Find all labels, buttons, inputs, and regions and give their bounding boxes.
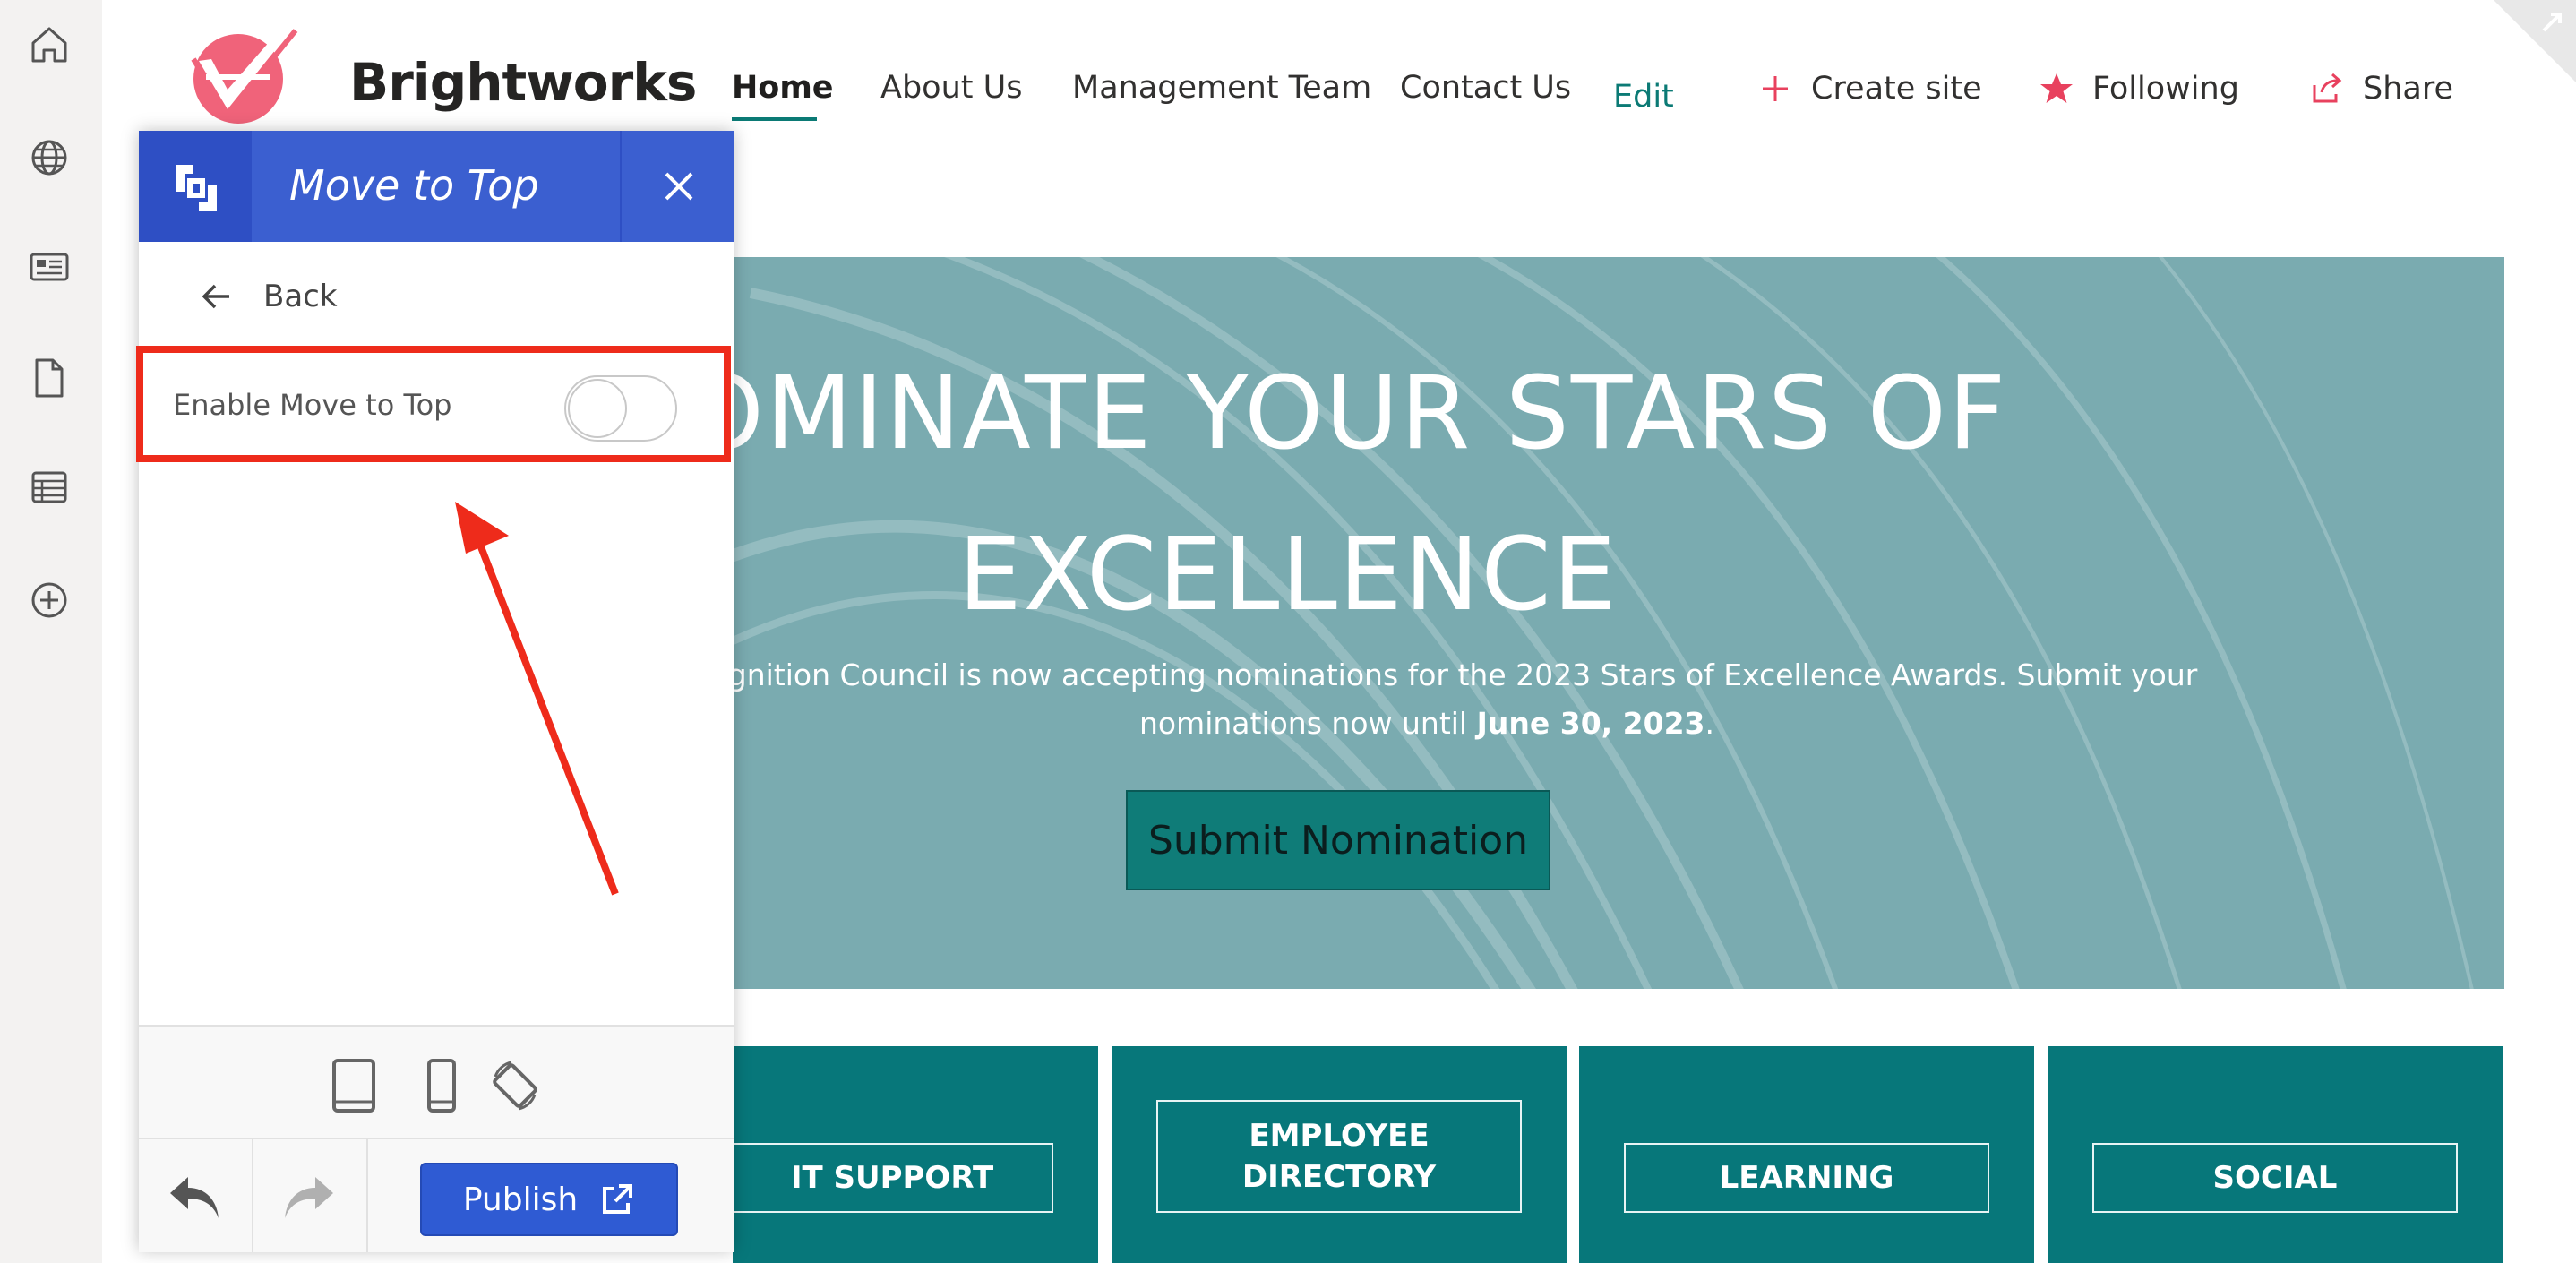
document-icon[interactable]: [26, 355, 73, 401]
submit-nomination-button[interactable]: Submit Nomination: [1126, 790, 1550, 890]
redo-icon: [285, 1177, 333, 1218]
hero-desc-prefix: nominations now until: [1138, 706, 1477, 741]
hero-description: Recognition Council is now accepting nom…: [733, 651, 2228, 748]
nav-home-underline: [732, 117, 817, 121]
site-logo[interactable]: [172, 23, 305, 129]
create-site-label: Create site: [1811, 71, 1982, 107]
arrow-left-icon: [202, 284, 229, 309]
following-label: Following: [2092, 71, 2239, 107]
nav-edit-link[interactable]: Edit: [1613, 79, 1674, 115]
create-site-button[interactable]: Create site: [1757, 66, 1982, 111]
rotate-icon[interactable]: [490, 1059, 540, 1113]
hero-desc-line2: nominations now until June 30, 2023.: [733, 700, 2228, 748]
news-icon[interactable]: [26, 244, 73, 290]
nav-contact-us[interactable]: Contact Us: [1400, 70, 1571, 106]
nav-about-us[interactable]: About Us: [880, 70, 1022, 106]
add-circle-icon[interactable]: [26, 577, 73, 623]
undo-button[interactable]: [139, 1139, 253, 1252]
app-rail: [0, 0, 102, 1263]
external-link-icon: [603, 1184, 633, 1214]
share-button[interactable]: Share: [2309, 66, 2453, 111]
hero-title-line2: EXCELLENCE: [957, 517, 1619, 633]
share-label: Share: [2363, 71, 2454, 107]
hero-desc-deadline: June 30, 2023: [1476, 706, 1705, 741]
close-button[interactable]: [620, 131, 735, 242]
star-icon: [2039, 71, 2074, 107]
tile-learning[interactable]: LEARNING: [1579, 1046, 2034, 1263]
list-icon[interactable]: [26, 464, 73, 511]
publish-button[interactable]: Publish: [420, 1163, 678, 1236]
tile-employee-directory-label: EMPLOYEE DIRECTORY: [1156, 1100, 1522, 1213]
following-button[interactable]: Following: [2039, 66, 2239, 111]
expand-corner-icon[interactable]: [2494, 0, 2576, 82]
app-logo-icon: [176, 165, 217, 211]
tile-it-support-label: IT SUPPORT: [733, 1143, 1053, 1213]
publish-label: Publish: [462, 1181, 579, 1218]
hero-banner: OMINATE YOUR STARS OF EXCELLENCE Recogni…: [733, 257, 2504, 989]
tile-employee-directory[interactable]: EMPLOYEE DIRECTORY: [1112, 1046, 1567, 1263]
back-button[interactable]: Back: [199, 279, 338, 314]
close-icon: [665, 172, 693, 201]
site-name[interactable]: Brightworks: [349, 52, 697, 113]
tile-social[interactable]: SOCIAL: [2048, 1046, 2503, 1263]
globe-icon[interactable]: [26, 134, 73, 181]
undo-icon: [170, 1177, 219, 1218]
enable-move-to-top-row: Enable Move to Top: [139, 352, 734, 463]
nav-home[interactable]: Home: [732, 70, 834, 106]
toggle-knob: [568, 379, 627, 438]
back-label: Back: [263, 279, 338, 314]
panel-logo-container: [139, 131, 252, 242]
hero-desc-suffix: .: [1704, 706, 1715, 741]
tile-learning-label: LEARNING: [1624, 1143, 1989, 1213]
enable-move-to-top-label: Enable Move to Top: [173, 388, 452, 422]
phone-icon[interactable]: [416, 1059, 467, 1113]
tile-it-support[interactable]: IT SUPPORT: [733, 1046, 1098, 1263]
tile-social-label: SOCIAL: [2092, 1143, 2458, 1213]
panel-footer: Publish: [139, 1138, 734, 1252]
device-preview-bar: [139, 1025, 734, 1139]
home-icon[interactable]: [26, 21, 73, 68]
panel-header: Move to Top: [139, 131, 734, 242]
redo-button[interactable]: [252, 1139, 368, 1252]
plus-icon: [1757, 71, 1793, 107]
move-to-top-panel: Move to Top Back Enable Move to Top Publ…: [139, 131, 734, 1252]
enable-move-to-top-toggle[interactable]: [564, 375, 677, 442]
share-icon: [2309, 71, 2345, 107]
panel-title: Move to Top: [289, 161, 539, 210]
hero-desc-line1: Recognition Council is now accepting nom…: [733, 657, 2198, 692]
hero-title-line1: OMINATE YOUR STARS OF: [733, 356, 2008, 472]
tablet-icon[interactable]: [329, 1059, 379, 1113]
nav-management-team[interactable]: Management Team: [1072, 70, 1371, 106]
